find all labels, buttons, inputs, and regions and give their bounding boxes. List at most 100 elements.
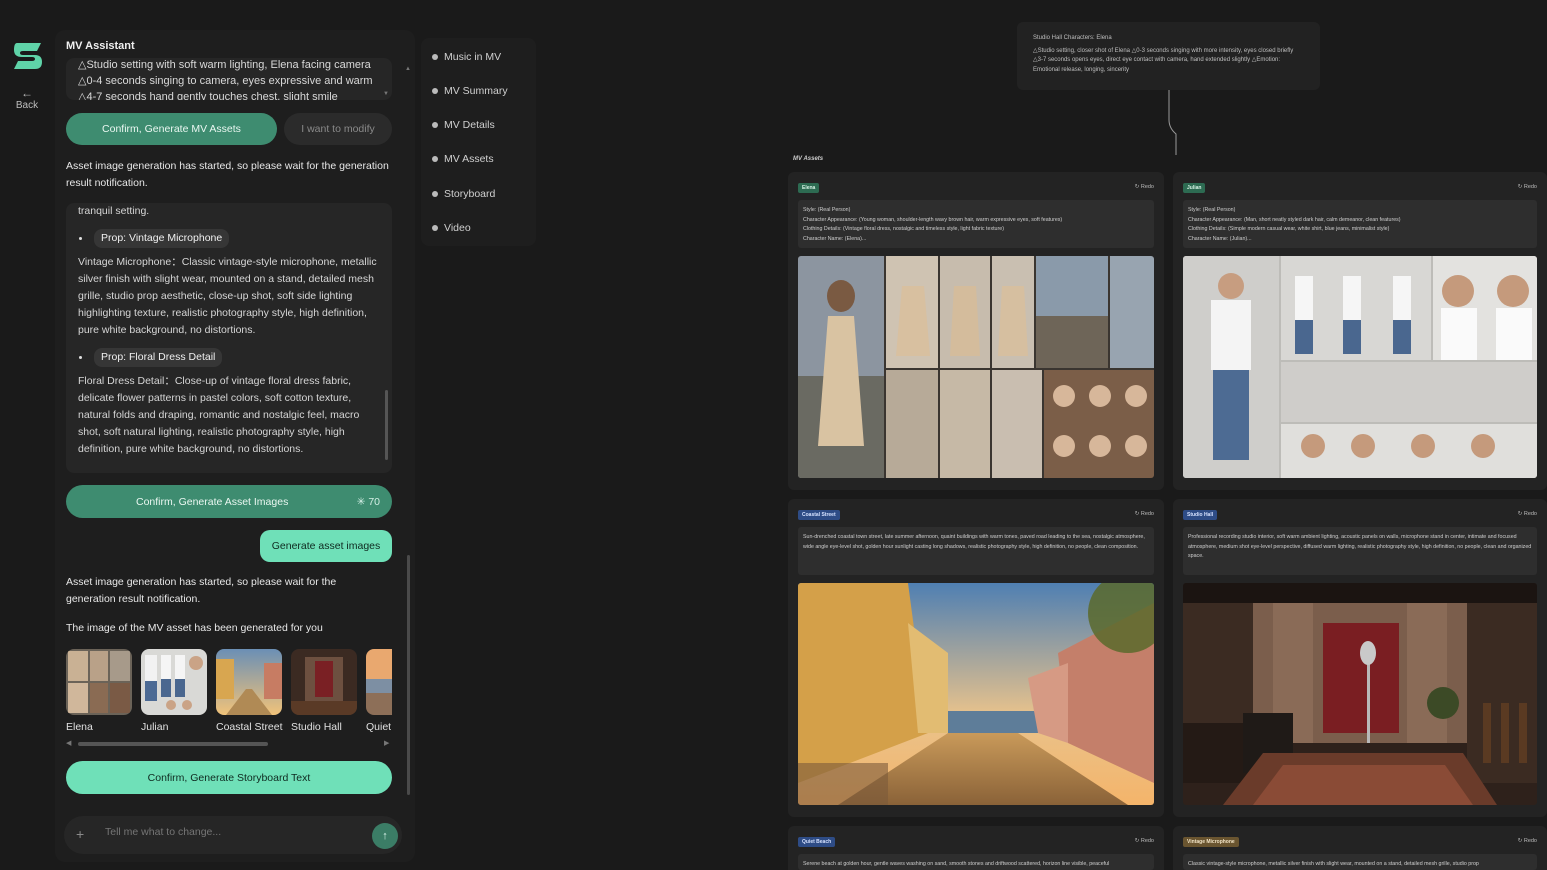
group-label: MV Assets	[793, 156, 824, 162]
modify-button[interactable]: I want to modify	[284, 113, 392, 145]
prop-tag: Prop: Floral Dress Detail	[94, 348, 223, 367]
redo-label: Redo	[1140, 511, 1154, 517]
scene-line: △0-4 seconds singing to camera, eyes exp…	[78, 75, 373, 87]
nav-item-video[interactable]: Video	[432, 222, 471, 234]
asset-prompts-box[interactable]: tranquil setting. Prop: Vintage Micropho…	[66, 203, 392, 473]
redo-button[interactable]: ↻ Redo	[1135, 838, 1154, 844]
redo-label: Redo	[1140, 184, 1154, 190]
nav-item-mv-summary[interactable]: MV Summary	[432, 85, 508, 97]
coastal-street-image	[216, 649, 282, 715]
asset-card-julian[interactable]: Julian ↻ Redo Style: (Real Person) Chara…	[1173, 172, 1547, 490]
desc-line: Clothing Details: (Vintage floral dress,…	[803, 226, 1004, 232]
nav-item-storyboard[interactable]: Storyboard	[432, 188, 495, 200]
thumbnail-label: Julian	[141, 721, 169, 733]
elena-collage-image	[798, 256, 1154, 478]
confirm-generate-mv-assets-button[interactable]: Confirm, Generate MV Assets	[66, 113, 277, 145]
send-button[interactable]: ↑	[372, 823, 398, 849]
credit-cost: ✳ 70	[356, 495, 380, 508]
thumbnail-elena[interactable]	[66, 649, 132, 715]
redo-label: Redo	[1523, 184, 1537, 190]
box-intro-text: tranquil setting.	[78, 205, 150, 217]
panel-scrollbar[interactable]	[407, 555, 410, 795]
button-label: Confirm, Generate Asset Images	[136, 495, 289, 508]
nav-item-label: MV Details	[444, 119, 495, 131]
thumbnail-label: Studio Hall	[291, 721, 342, 733]
asset-card-quiet-beach[interactable]: Quiet Beach ↻ Redo Serene beach at golde…	[788, 826, 1164, 870]
julian-collage-image	[141, 649, 207, 715]
scene-script-box[interactable]: △Studio setting with soft warm lighting,…	[66, 58, 392, 100]
bullet-icon	[432, 156, 438, 162]
nav-item-music-in-mv[interactable]: Music in MV	[432, 51, 501, 63]
chat-input[interactable]	[105, 826, 345, 838]
thumbnail-studio-hall[interactable]	[291, 649, 357, 715]
redo-button[interactable]: ↻ Redo	[1518, 838, 1537, 844]
confirm-generate-storyboard-button[interactable]: Confirm, Generate Storyboard Text	[66, 761, 392, 794]
asset-prompts-scrollbar[interactable]	[385, 390, 388, 460]
panel-title: MV Assistant	[66, 40, 135, 52]
asset-card-elena[interactable]: Elena ↻ Redo Style: (Real Person) Charac…	[788, 172, 1164, 490]
studio-hall-image	[1183, 583, 1537, 805]
bullet-icon	[79, 356, 82, 359]
elena-image[interactable]	[798, 256, 1154, 478]
asset-card-coastal-street[interactable]: Coastal Street ↻ Redo Sun-drenched coast…	[788, 499, 1164, 817]
desc-line: Character Name: (Julian)...	[1188, 235, 1252, 242]
add-attachment-icon[interactable]: +	[76, 826, 84, 842]
scene-line: △Studio setting with soft warm lighting,…	[78, 59, 371, 71]
back-button[interactable]: ← Back	[6, 86, 48, 111]
nav-item-label: MV Summary	[444, 85, 508, 97]
julian-collage-image	[1183, 256, 1537, 478]
user-message-bubble: Generate asset images	[260, 530, 392, 562]
node-connector	[1168, 90, 1177, 155]
coastal-street-image[interactable]	[798, 583, 1154, 805]
julian-image[interactable]	[1183, 256, 1537, 478]
thumbnails-scrollbar[interactable]	[78, 742, 268, 746]
assistant-message: Asset image generation has started, so p…	[66, 576, 337, 605]
asset-tag: Quiet Beach	[798, 837, 836, 847]
confirm-generate-asset-images-button[interactable]: Confirm, Generate Asset Images ✳ 70	[66, 485, 392, 518]
scroll-right-icon[interactable]: ▶	[384, 739, 389, 747]
section-nav	[421, 38, 536, 246]
nav-item-mv-details[interactable]: MV Details	[432, 119, 495, 131]
desc-line: Character Appearance: (Young woman, shou…	[803, 216, 1063, 223]
redo-button[interactable]: ↻ Redo	[1135, 511, 1154, 517]
node-header: Studio Hall Characters: Elena	[1033, 35, 1112, 41]
nav-item-label: Music in MV	[444, 51, 502, 63]
asset-tag: Elena	[798, 183, 820, 193]
scene-line: △4-7 seconds hand gently touches chest, …	[78, 91, 338, 100]
asset-description: Style: (Real Person) Character Appearanc…	[798, 200, 1154, 248]
asset-card-vintage-microphone[interactable]: Vintage Microphone ↻ Redo Classic vintag…	[1173, 826, 1547, 870]
scroll-down-icon[interactable]: ▼	[383, 91, 389, 97]
send-arrow-icon: ↑	[382, 830, 388, 842]
nav-item-mv-assets[interactable]: MV Assets	[432, 153, 494, 165]
redo-button[interactable]: ↻ Redo	[1518, 184, 1537, 190]
nav-item-label: Storyboard	[444, 188, 496, 200]
storyboard-node-card[interactable]: Studio Hall Characters: Elena △Studio se…	[1017, 22, 1320, 90]
desc-line: Style: (Real Person)	[1188, 207, 1236, 213]
asset-description: Serene beach at golden hour, gentle wave…	[798, 854, 1154, 870]
redo-button[interactable]: ↻ Redo	[1135, 184, 1154, 190]
coastal-street-image	[798, 583, 1154, 805]
nav-item-label: Video	[444, 222, 471, 234]
bullet-icon	[432, 122, 438, 128]
thumbnail-julian[interactable]	[141, 649, 207, 715]
thumbnail-label: Coastal Street	[216, 721, 283, 733]
assistant-message: The image of the MV asset has been gener…	[66, 622, 323, 634]
asset-tag: Vintage Microphone	[1183, 837, 1239, 847]
thumbnail-coastal-street[interactable]	[216, 649, 282, 715]
asset-description: Professional recording studio interior, …	[1183, 527, 1537, 575]
bullet-icon	[432, 88, 438, 94]
scroll-left-icon[interactable]: ◀	[66, 739, 71, 747]
app-logo-icon	[14, 43, 42, 69]
redo-label: Redo	[1140, 838, 1154, 844]
back-arrow-icon: ←	[21, 86, 33, 100]
scroll-up-icon[interactable]: ▲	[405, 66, 411, 72]
asset-card-studio-hall[interactable]: Studio Hall ↻ Redo Professional recordin…	[1173, 499, 1547, 817]
prop-tag: Prop: Vintage Microphone	[94, 229, 230, 248]
thumbnail-quiet-beach[interactable]	[366, 649, 392, 715]
redo-label: Redo	[1523, 838, 1537, 844]
desc-line: Clothing Details: (Simple modern casual …	[1188, 226, 1390, 232]
asset-description: Style: (Real Person) Character Appearanc…	[1183, 200, 1537, 248]
desc-line: Style: (Real Person)	[803, 207, 851, 213]
studio-hall-image[interactable]	[1183, 583, 1537, 805]
redo-button[interactable]: ↻ Redo	[1518, 511, 1537, 517]
